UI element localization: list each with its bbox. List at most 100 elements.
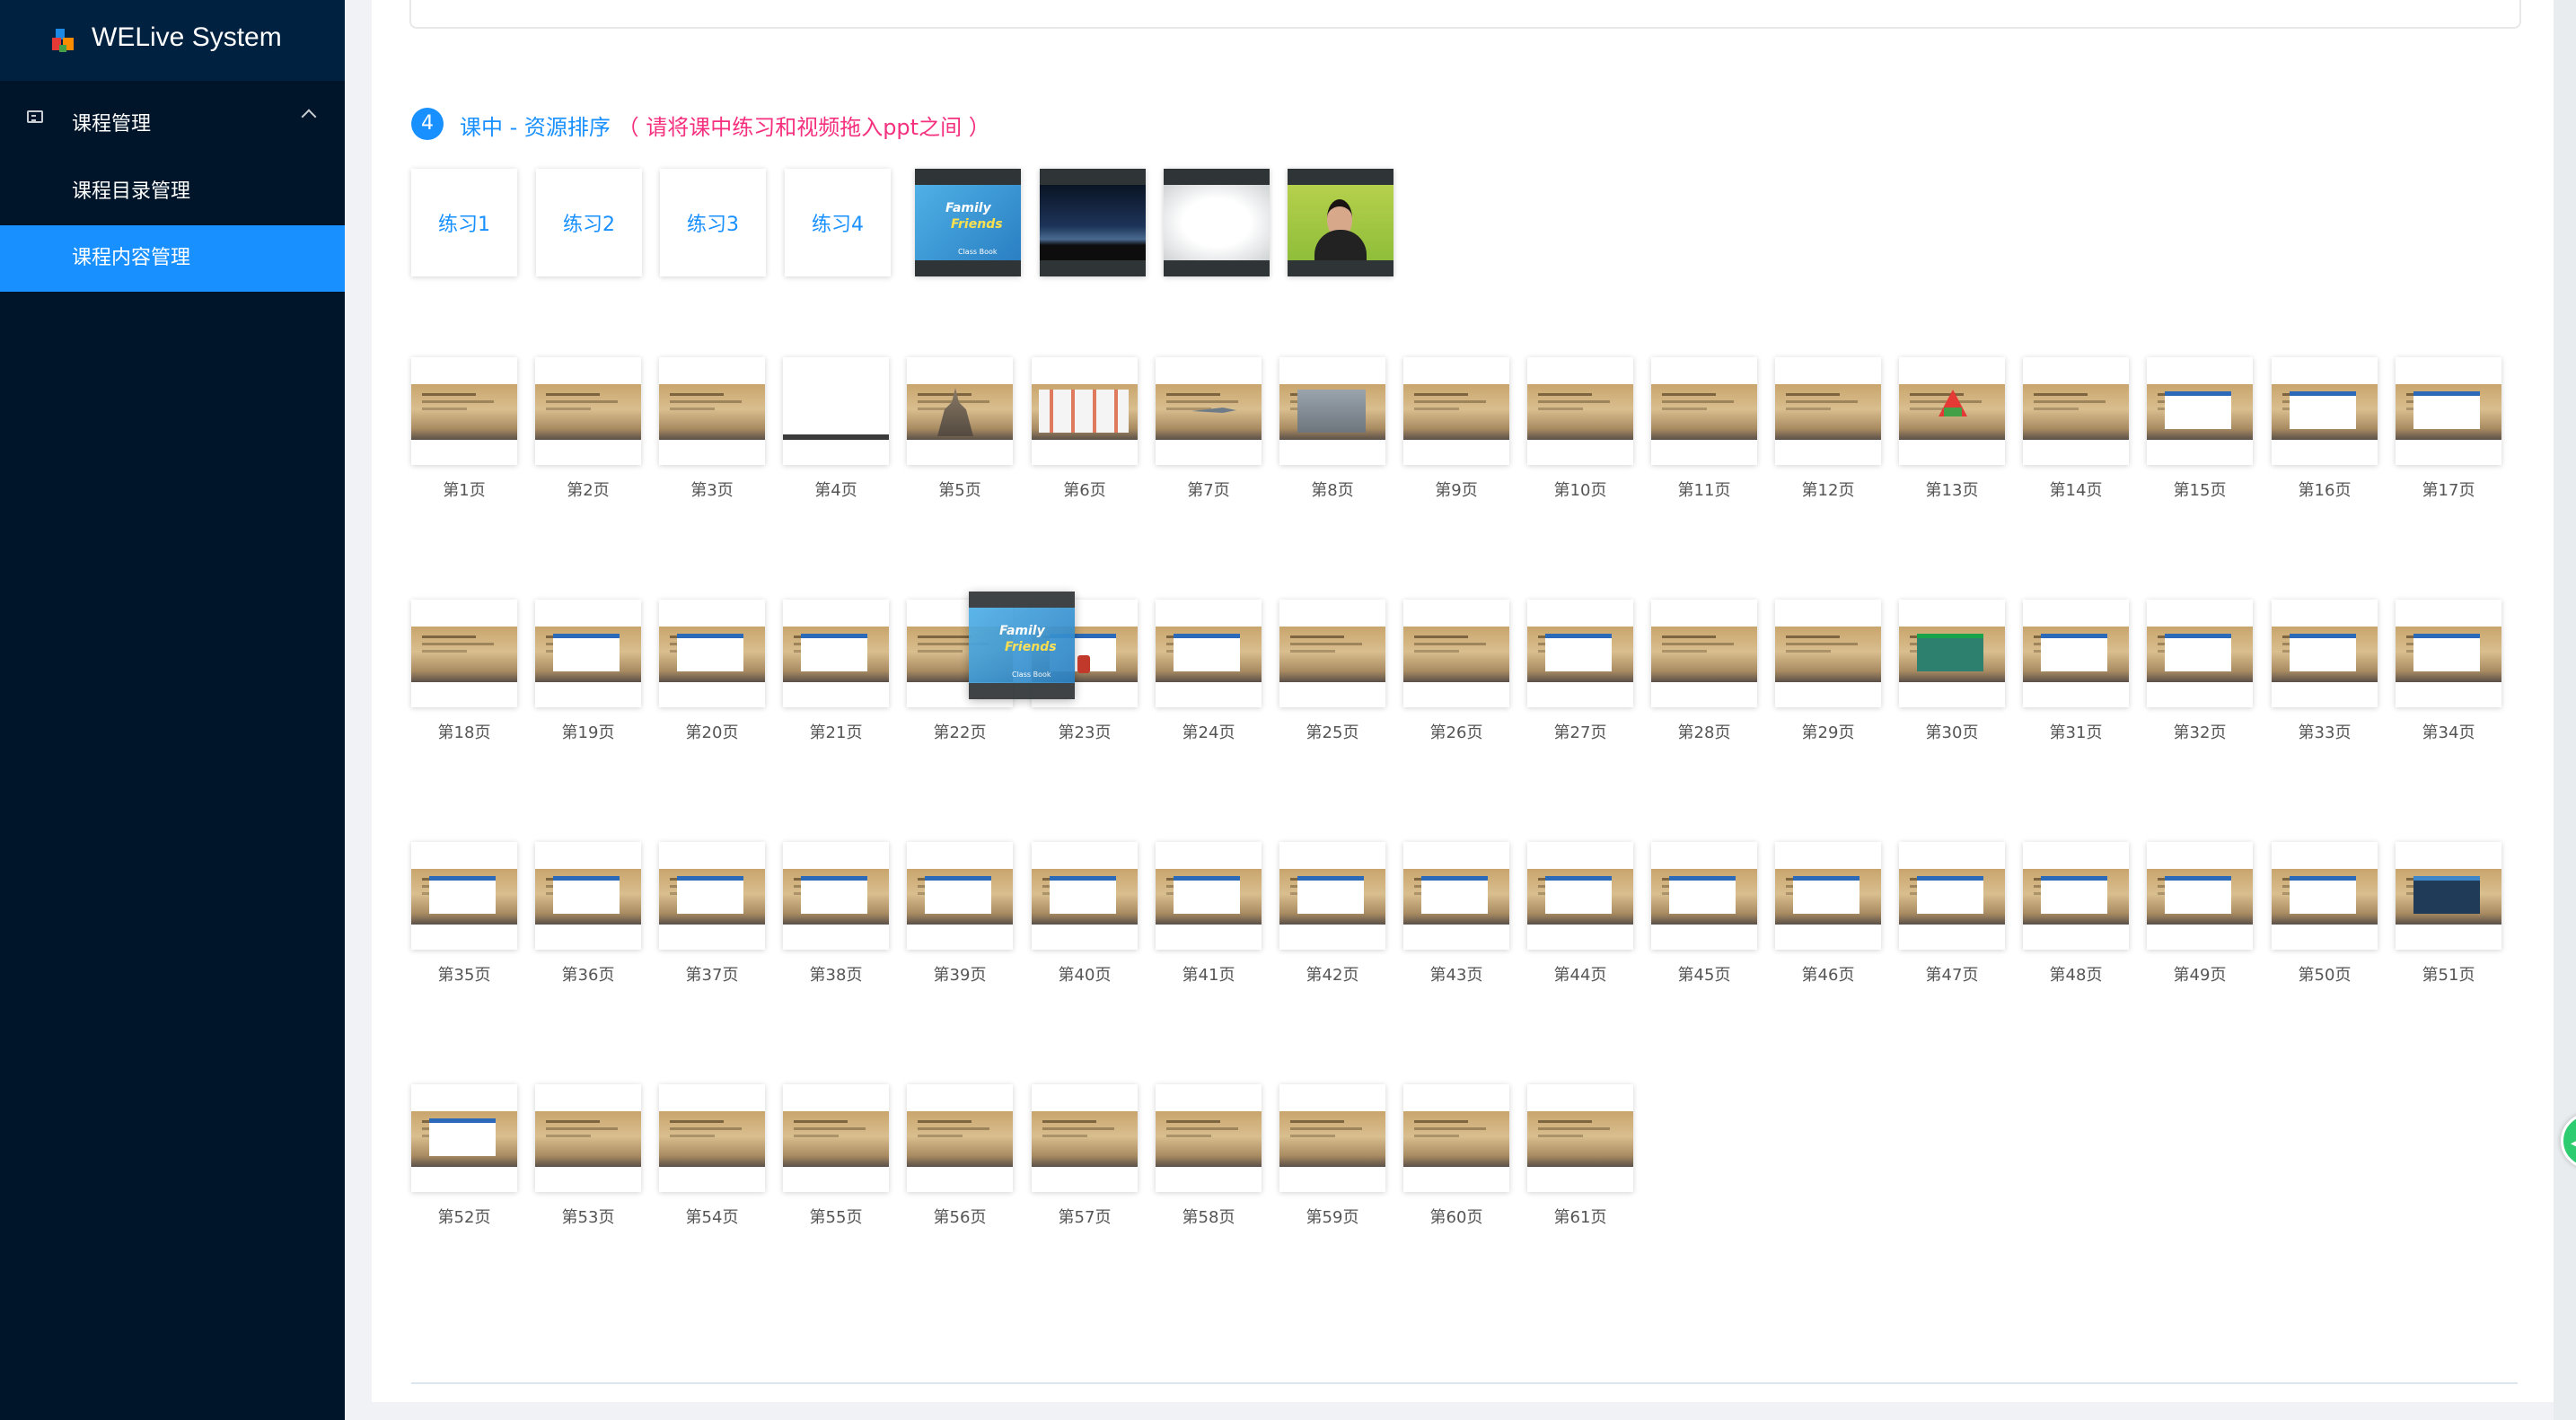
slide-tile[interactable]: 第11页: [1651, 357, 1757, 500]
slide-thumbnail: [411, 869, 517, 925]
slide-thumbnail: [1527, 869, 1633, 925]
slide-thumbnail: [907, 384, 1013, 440]
slide-label: 第32页: [2173, 723, 2227, 742]
slide-tile[interactable]: 第61页: [1527, 1084, 1633, 1227]
slide-label: 第21页: [809, 723, 863, 742]
slide-tile[interactable]: 第30页: [1899, 600, 2005, 742]
slide-label: 第39页: [933, 966, 987, 985]
sidebar-item-course-catalog[interactable]: 课程目录管理: [0, 159, 345, 225]
slide-label: 第30页: [1925, 723, 1979, 742]
exercise-tile[interactable]: 练习3: [660, 169, 766, 276]
slide-tile[interactable]: 第35页: [411, 842, 517, 985]
slide-thumbnail: [659, 1111, 765, 1167]
slide-thumbnail: [1032, 384, 1138, 440]
slide-tile[interactable]: 第8页: [1279, 357, 1385, 500]
slide-tile[interactable]: 第42页: [1279, 842, 1385, 985]
video-tile-night-sky[interactable]: [1040, 169, 1146, 276]
slide-tile[interactable]: 第33页: [2272, 600, 2378, 742]
dragging-video-tile[interactable]: Family Friends Class Book: [969, 592, 1075, 699]
slide-tile[interactable]: 第41页: [1156, 842, 1262, 985]
slide-tile[interactable]: 第57页: [1032, 1084, 1138, 1227]
slide-tile[interactable]: 第24页: [1156, 600, 1262, 742]
slide-tile[interactable]: 第48页: [2023, 842, 2129, 985]
slide-tile[interactable]: 第46页: [1775, 842, 1881, 985]
slide-tile[interactable]: 第12页: [1775, 357, 1881, 500]
video-tile-family-friends[interactable]: Family Friends Class Book: [915, 169, 1021, 276]
slide-tile[interactable]: 第15页: [2147, 357, 2253, 500]
slide-tile[interactable]: 第21页: [783, 600, 889, 742]
slide-tile[interactable]: 第28页: [1651, 600, 1757, 742]
slide-tile[interactable]: 第60页: [1403, 1084, 1509, 1227]
slide-tile[interactable]: 第53页: [535, 1084, 641, 1227]
slide-thumbnail: [659, 869, 765, 925]
menu-group-course-management[interactable]: 课程管理: [0, 99, 345, 142]
slide-tile[interactable]: 第1页: [411, 357, 517, 500]
slide-tile[interactable]: 第55页: [783, 1084, 889, 1227]
slide-thumbnail: [2396, 627, 2501, 682]
slide-tile[interactable]: 第16页: [2272, 357, 2378, 500]
slide-tile[interactable]: 第6页: [1032, 357, 1138, 500]
step-number-badge: 4: [411, 108, 444, 140]
slide-tile[interactable]: 第14页: [2023, 357, 2129, 500]
slide-tile[interactable]: 第52页: [411, 1084, 517, 1227]
slide-tile[interactable]: 第17页: [2396, 357, 2501, 500]
slide-tile[interactable]: 第36页: [535, 842, 641, 985]
slide-tile[interactable]: 第9页: [1403, 357, 1509, 500]
slide-thumbnail: [783, 384, 889, 440]
slide-tile[interactable]: 第18页: [411, 600, 517, 742]
slide-tile[interactable]: 第26页: [1403, 600, 1509, 742]
slide-thumbnail: [1156, 1111, 1262, 1167]
slide-tile[interactable]: 第58页: [1156, 1084, 1262, 1227]
slide-tile[interactable]: 第34页: [2396, 600, 2501, 742]
slide-thumbnail: [2272, 627, 2378, 682]
slide-tile[interactable]: 第37页: [659, 842, 765, 985]
slide-tile[interactable]: 第2页: [535, 357, 641, 500]
slide-tile[interactable]: 第10页: [1527, 357, 1633, 500]
video-tile-white[interactable]: [1164, 169, 1270, 276]
slide-tile[interactable]: 第29页: [1775, 600, 1881, 742]
slide-tile[interactable]: 第20页: [659, 600, 765, 742]
slide-tile[interactable]: 第39页: [907, 842, 1013, 985]
slide-tile[interactable]: 第40页: [1032, 842, 1138, 985]
slide-tile[interactable]: 第7页: [1156, 357, 1262, 500]
slide-label: 第61页: [1553, 1208, 1607, 1227]
slide-thumbnail: [2023, 384, 2129, 440]
slide-tile[interactable]: 第25页: [1279, 600, 1385, 742]
scrollbar[interactable]: [2554, 0, 2576, 1420]
slide-tile[interactable]: 第27页: [1527, 600, 1633, 742]
video-tile-teacher[interactable]: [1288, 169, 1394, 276]
sidebar-item-course-content[interactable]: 课程内容管理: [0, 225, 345, 292]
slide-tile[interactable]: 第50页: [2272, 842, 2378, 985]
slide-tile[interactable]: 第49页: [2147, 842, 2253, 985]
sidebar: WELive System 课程管理 课程目录管理 课程内容管理: [0, 0, 345, 1420]
exercise-tile[interactable]: 练习4: [785, 169, 891, 276]
slide-tile[interactable]: 第54页: [659, 1084, 765, 1227]
slide-label: 第59页: [1306, 1208, 1359, 1227]
slide-tile[interactable]: 第47页: [1899, 842, 2005, 985]
slide-tile[interactable]: 第5页: [907, 357, 1013, 500]
slide-tile[interactable]: 第31页: [2023, 600, 2129, 742]
slide-label: 第19页: [561, 723, 615, 742]
slide-tile[interactable]: 第45页: [1651, 842, 1757, 985]
slide-tile[interactable]: 第3页: [659, 357, 765, 500]
slide-tile[interactable]: 第19页: [535, 600, 641, 742]
slide-label: 第49页: [2173, 966, 2227, 985]
slide-tile[interactable]: 第43页: [1403, 842, 1509, 985]
slide-tile[interactable]: 第51页: [2396, 842, 2501, 985]
slide-tile[interactable]: 第38页: [783, 842, 889, 985]
exercise-tile[interactable]: 练习1: [411, 169, 517, 276]
slide-tile[interactable]: 第32页: [2147, 600, 2253, 742]
slide-tile[interactable]: 第4页: [783, 357, 889, 500]
video-thumbnail: [1164, 185, 1270, 260]
bottom-divider: [411, 1382, 2518, 1384]
slide-thumbnail: [1156, 627, 1262, 682]
slide-tile[interactable]: 第59页: [1279, 1084, 1385, 1227]
slide-tile[interactable]: 第13页: [1899, 357, 2005, 500]
slide-tile[interactable]: 第44页: [1527, 842, 1633, 985]
cover-title-1: Family: [945, 201, 991, 215]
exercise-tile[interactable]: 练习2: [536, 169, 642, 276]
slide-tile[interactable]: 第56页: [907, 1084, 1013, 1227]
video-thumbnail: [1288, 185, 1394, 260]
cover-footer: Class Book: [1012, 671, 1051, 679]
slide-label: 第2页: [567, 481, 610, 500]
